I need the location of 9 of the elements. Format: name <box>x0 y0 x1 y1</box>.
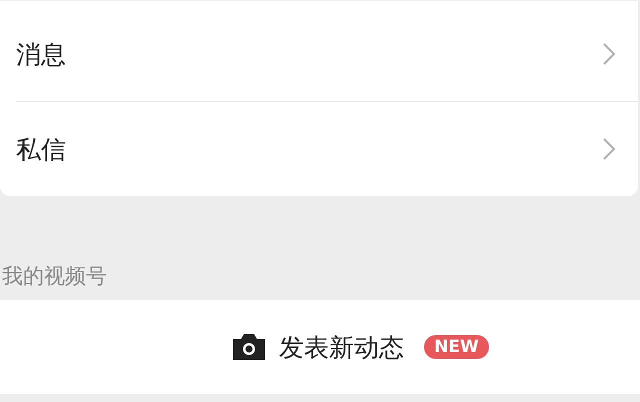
menu-item[interactable]: 消息 <box>16 7 638 101</box>
chevron-icon <box>602 42 616 66</box>
chevron-icon <box>602 137 616 161</box>
post-label: 发表新动态 <box>279 332 404 364</box>
new-badge: NEW <box>424 335 489 359</box>
post-button[interactable]: 发表新动态 NEW <box>0 300 640 394</box>
menu-item[interactable]: 私信 <box>16 101 638 196</box>
section-title: 我的视频号 <box>1 263 108 290</box>
camera-icon <box>231 332 268 362</box>
